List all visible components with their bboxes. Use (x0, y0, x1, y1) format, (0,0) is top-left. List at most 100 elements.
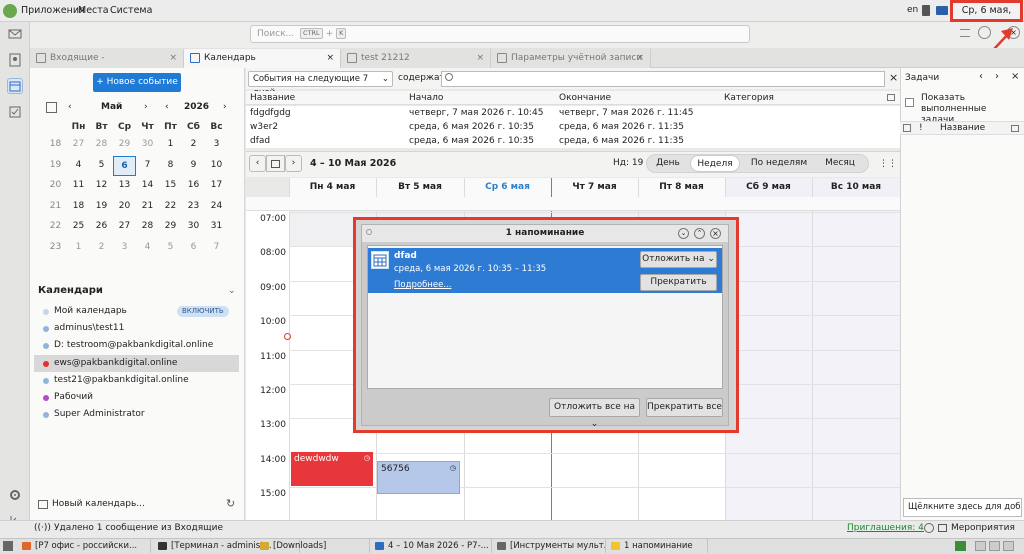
window-menu-icon[interactable] (366, 229, 372, 235)
event-block[interactable]: 56756 ◷ (377, 461, 460, 494)
workspace-icon[interactable] (1003, 541, 1014, 551)
new-event-button[interactable]: + Новое событие (93, 73, 181, 92)
clock[interactable]: Ср, 6 мая, 10:37 (950, 0, 1023, 32)
menu-applications[interactable]: Приложения (21, 5, 85, 16)
tab-calendar[interactable]: Календарь × (184, 49, 341, 68)
day-header[interactable]: Ср 6 мая (464, 178, 551, 197)
day-cell[interactable]: 16 (182, 176, 205, 196)
close-dialog-icon[interactable]: × (710, 228, 721, 239)
event-row[interactable]: dfad среда, 6 мая 2026 г. 10:35 среда, 6 м… (246, 134, 900, 148)
day-cell[interactable]: 5 (90, 156, 113, 176)
day-header[interactable]: Чт 7 мая (551, 178, 638, 197)
tasks-prev-icon[interactable]: ‹ (979, 71, 983, 82)
tab-account-settings[interactable]: Параметры учётной записи × (491, 49, 651, 68)
day-cell[interactable]: 11 (67, 176, 90, 196)
view-options-icon[interactable]: ⋮⋮ (879, 159, 897, 169)
month-prev-icon[interactable]: ‹ (68, 100, 72, 115)
calendar-icon[interactable] (7, 78, 23, 94)
day-cell[interactable]: 3 (205, 135, 228, 155)
day-cell[interactable]: 22 (159, 197, 182, 217)
tray-icon[interactable] (955, 541, 966, 551)
snooze-all-button[interactable]: Отложить все на ⌄ (549, 398, 640, 429)
day-cell[interactable]: 18 (67, 197, 90, 217)
view-month[interactable]: Месяц (816, 155, 864, 172)
show-completed-checkbox[interactable] (905, 98, 914, 107)
day-header[interactable]: Пт 8 мая (638, 178, 725, 197)
day-cell[interactable]: 9 (182, 156, 205, 176)
next-week-icon[interactable]: › (285, 155, 302, 172)
view-day[interactable]: День (649, 155, 687, 172)
day-cell[interactable]: 30 (136, 135, 159, 155)
day-cell[interactable]: 27 (113, 217, 136, 237)
calendar-item[interactable]: Super Administrator (34, 406, 239, 423)
day-cell[interactable]: 6 (113, 155, 136, 176)
task-name-column[interactable]: Название (940, 123, 985, 133)
new-calendar-button[interactable]: Новый календарь... (52, 499, 145, 509)
day-cell[interactable]: 2 (90, 238, 113, 258)
taskbar-item[interactable]: 1 напоминание (608, 539, 708, 553)
global-search-input[interactable]: Поиск... CTRL + K (250, 25, 750, 43)
col-title[interactable]: Название (250, 91, 295, 105)
day-cell[interactable]: 28 (136, 217, 159, 237)
menu-system[interactable]: Система (110, 5, 152, 16)
calendar-item[interactable]: D: testroom@pakbankdigital.online (34, 337, 239, 354)
day-cell[interactable]: 1 (67, 238, 90, 258)
day-cell[interactable]: 7 (205, 238, 228, 258)
day-cell[interactable]: 8 (159, 156, 182, 176)
day-cell[interactable]: 14 (136, 176, 159, 196)
enable-badge[interactable]: ВКЛЮЧИТЬ (177, 306, 229, 317)
col-category[interactable]: Категория (724, 91, 774, 105)
maximize-dialog-icon[interactable]: ⌃ (694, 228, 705, 239)
tab-inbox[interactable]: Входящие - ews@pakbankdigital...× (30, 49, 184, 81)
day-cell[interactable]: 26 (90, 217, 113, 237)
view-week[interactable]: Неделя (690, 155, 740, 172)
taskbar-item[interactable]: [Downloads] (257, 539, 370, 553)
today-icon[interactable] (46, 102, 57, 113)
col-end[interactable]: Окончание (559, 91, 611, 105)
close-filter-icon[interactable]: × (889, 71, 898, 84)
os-logo-icon[interactable] (3, 4, 17, 18)
day-cell[interactable]: 12 (90, 176, 113, 196)
day-header[interactable]: Вт 5 мая (376, 178, 464, 197)
day-header[interactable]: Сб 9 мая (725, 178, 812, 197)
calendar-item[interactable]: Мой календарь ВКЛЮЧИТЬ (34, 303, 239, 320)
day-cell[interactable]: 6 (182, 238, 205, 258)
refresh-icon[interactable]: ↻ (226, 497, 235, 510)
menu-places[interactable]: Места (78, 5, 109, 16)
day-cell[interactable]: 29 (159, 217, 182, 237)
calendar-item[interactable]: adminus\test11 (34, 320, 239, 337)
year-next-icon[interactable]: › (223, 100, 227, 115)
today-button-icon[interactable] (266, 155, 285, 172)
day-cell[interactable]: 28 (90, 135, 113, 155)
column-picker-icon[interactable] (887, 94, 895, 101)
day-cell[interactable]: 29 (113, 135, 136, 155)
day-cell[interactable]: 5 (159, 238, 182, 258)
close-tab-icon[interactable]: × (476, 49, 484, 67)
add-task-field[interactable]: Щёлкните здесь для добавления (903, 498, 1022, 517)
event-block[interactable]: dewdwdw ◷ (291, 452, 373, 486)
day-cell[interactable]: 25 (67, 217, 90, 237)
calendar-item[interactable]: ews@pakbankdigital.online (34, 354, 239, 372)
day-cell[interactable]: 1 (159, 135, 182, 155)
done-column-icon[interactable] (903, 124, 911, 132)
filter-input[interactable] (441, 71, 885, 87)
address-book-icon[interactable] (7, 52, 23, 68)
day-cell[interactable]: 21 (136, 197, 159, 217)
day-cell[interactable]: 31 (205, 217, 228, 237)
col-start[interactable]: Начало (409, 91, 443, 105)
volume-icon[interactable] (922, 5, 930, 16)
event-row[interactable]: w3er2 среда, 6 мая 2026 г. 10:35 среда, 6 … (246, 120, 900, 134)
priority-column-icon[interactable]: ! (919, 123, 923, 133)
mail-icon[interactable] (7, 26, 23, 42)
taskbar-item[interactable]: 4 – 10 Мая 2026 - Р7-... (372, 539, 492, 553)
calendar-item[interactable]: Рабочий (34, 389, 239, 406)
event-row[interactable]: fdgdfgdg четверг, 7 мая 2026 г. 10:45 четв… (246, 106, 900, 120)
tab-test[interactable]: test 21212 × (341, 49, 491, 68)
settings-gear-icon[interactable] (7, 487, 23, 503)
range-select[interactable]: События на следующие 7 дней⌄ (248, 71, 393, 98)
day-cell[interactable]: 19 (90, 197, 113, 217)
events-pane-toggle[interactable]: Мероприятия (951, 523, 1015, 533)
task-columns-icon[interactable] (1011, 125, 1019, 132)
invitations-link[interactable]: Приглашения: 4 (847, 523, 924, 533)
day-cell[interactable]: 27 (67, 135, 90, 155)
